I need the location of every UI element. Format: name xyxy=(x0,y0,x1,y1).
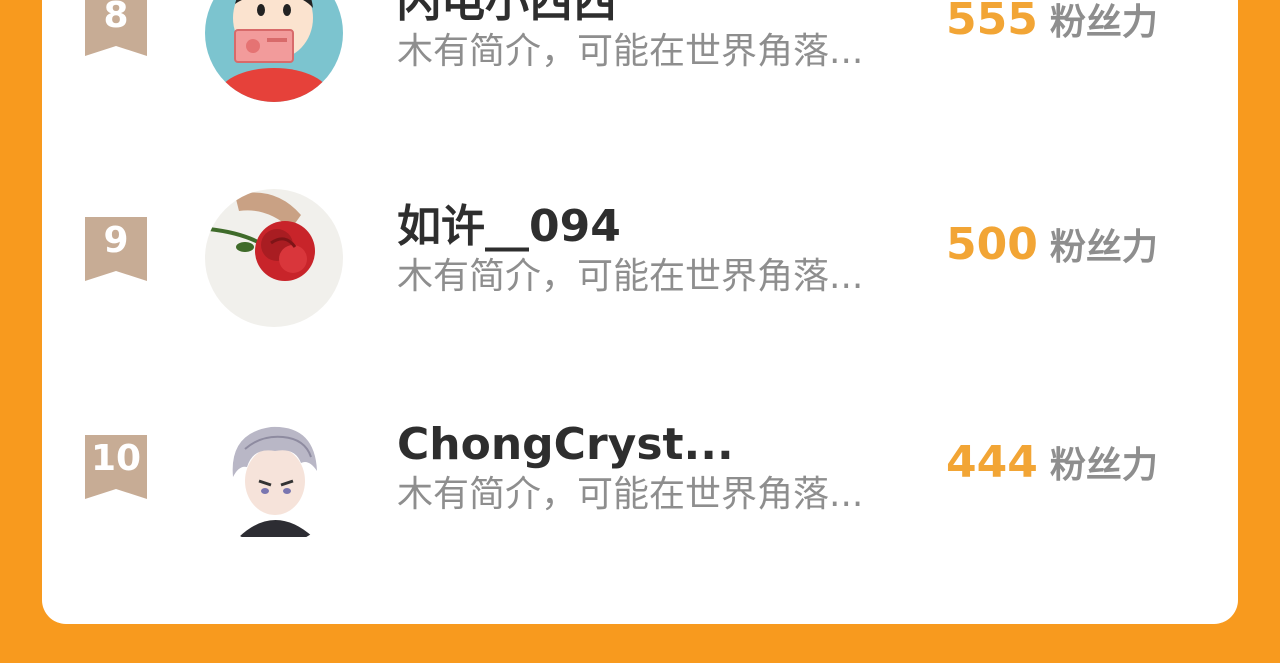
user-bio: 木有简介，可能在世界角落... xyxy=(397,474,864,515)
list-item[interactable]: 9 如许__094 木有简介，可能在世界角落... 500 粉丝力 xyxy=(42,185,1238,335)
leaderboard-card: 8 闪电小西西 木有简介，可能在世界角落... 555 粉丝力 9 如许__09… xyxy=(42,0,1238,624)
rank-badge: 8 xyxy=(85,0,147,56)
rank-badge: 10 xyxy=(85,435,147,499)
fans-label: 粉丝力 xyxy=(1049,227,1158,268)
list-item[interactable]: 8 闪电小西西 木有简介，可能在世界角落... 555 粉丝力 xyxy=(42,0,1238,110)
fans-label: 粉丝力 xyxy=(1049,445,1158,486)
fans-power: 555 粉丝力 xyxy=(946,0,1158,59)
fans-power: 500 粉丝力 xyxy=(946,215,1158,284)
rank-badge: 9 xyxy=(85,217,147,281)
avatar[interactable] xyxy=(205,407,343,545)
username[interactable]: ChongCryst... xyxy=(397,418,734,472)
list-item[interactable]: 10 ChongCryst... 木有简介，可能在世界角落... 444 粉丝力 xyxy=(42,403,1238,553)
fans-count: 500 xyxy=(946,219,1038,270)
anime-silver-hair-boy-avatar-icon xyxy=(205,407,343,545)
user-bio: 木有简介，可能在世界角落... xyxy=(397,256,864,297)
fans-count: 444 xyxy=(946,437,1038,488)
rank-number: 8 xyxy=(103,0,129,36)
username[interactable]: 闪电小西西 xyxy=(397,0,617,29)
avatar[interactable] xyxy=(205,0,343,102)
cartoon-boy-with-money-avatar-icon xyxy=(205,0,343,102)
fans-power: 444 粉丝力 xyxy=(946,433,1158,502)
fans-count: 555 xyxy=(946,0,1038,45)
red-rose-avatar-icon xyxy=(205,189,343,327)
rank-number: 10 xyxy=(90,438,142,479)
fans-label: 粉丝力 xyxy=(1049,2,1158,43)
user-bio: 木有简介，可能在世界角落... xyxy=(397,31,864,72)
avatar[interactable] xyxy=(205,189,343,327)
rank-number: 9 xyxy=(103,220,129,261)
username[interactable]: 如许__094 xyxy=(397,200,621,254)
